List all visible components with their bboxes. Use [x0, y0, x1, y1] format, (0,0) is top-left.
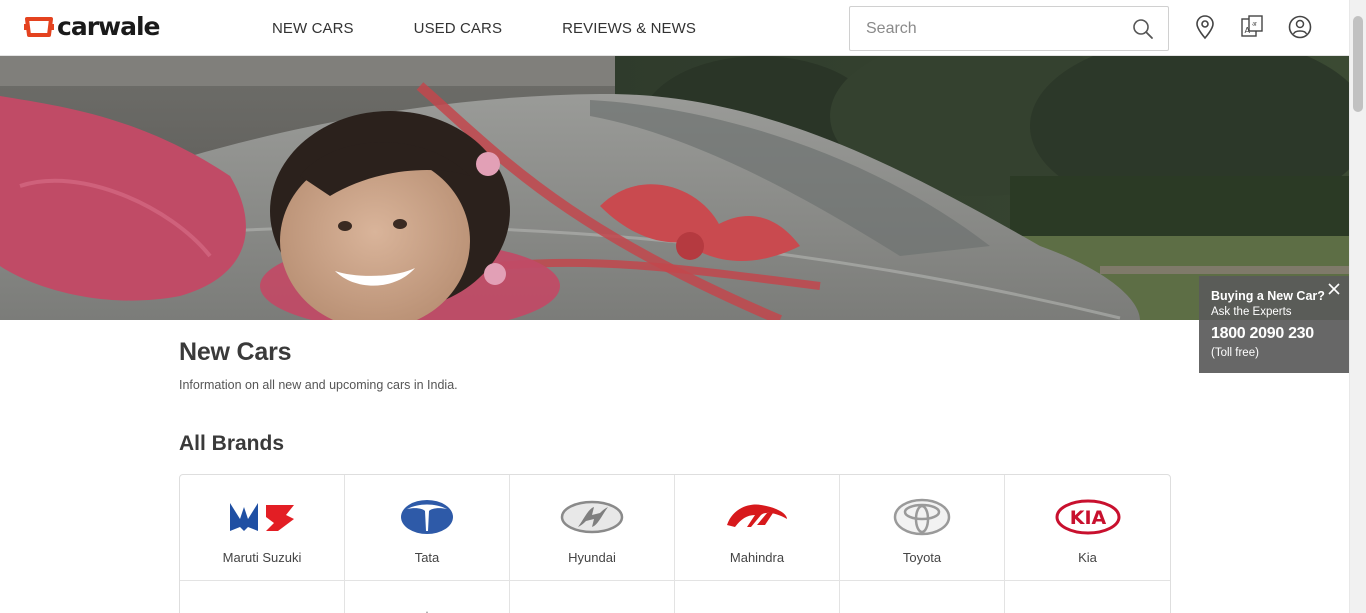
brand-logo-icon — [721, 601, 793, 613]
maruti-suzuki-logo-icon — [230, 503, 294, 531]
expert-subtitle: Ask the Experts — [1211, 306, 1292, 318]
brand-card[interactable] — [180, 581, 345, 613]
brand-card[interactable] — [510, 581, 675, 613]
brands-grid: Maruti Suzuki Tata Hyundai Mahindra Toyo… — [179, 474, 1171, 613]
search-box — [849, 6, 1169, 51]
nav-new-cars[interactable]: NEW CARS — [272, 20, 354, 37]
close-icon[interactable] — [1327, 282, 1341, 296]
brand-card[interactable] — [840, 581, 1005, 613]
brands-row — [180, 581, 1170, 613]
search-icon[interactable] — [1132, 18, 1154, 40]
expert-phone[interactable]: 1800 2090 230 — [1211, 322, 1349, 346]
brand-logo-icon — [226, 601, 298, 613]
page-scrollbar[interactable] — [1349, 0, 1366, 613]
brands-row: Maruti Suzuki Tata Hyundai Mahindra Toyo… — [180, 475, 1170, 581]
brand-logo-icon — [1052, 601, 1124, 613]
kia-logo-icon: KIA — [1055, 499, 1120, 535]
brand-name: Maruti Suzuki — [222, 550, 302, 565]
page-subtitle: Information on all new and upcoming cars… — [179, 378, 458, 392]
ask-expert-popup[interactable]: Buying a New Car? Ask the Experts 1800 2… — [1199, 276, 1349, 373]
carwale-logo[interactable]: carwale — [24, 12, 161, 41]
brand-card[interactable] — [345, 581, 510, 613]
logo-text: carwale — [57, 12, 161, 41]
brand-card-hyundai[interactable]: Hyundai — [510, 475, 675, 580]
expert-note: (Toll free) — [1211, 347, 1259, 359]
brand-name: Mahindra — [729, 550, 785, 565]
svg-text:KIA: KIA — [1069, 507, 1106, 529]
nav-reviews-news[interactable]: REVIEWS & NEWS — [562, 20, 696, 37]
main-nav: NEW CARS USED CARS REVIEWS & NEWS — [272, 0, 756, 56]
carwale-logo-icon — [24, 17, 54, 37]
brand-card-mahindra[interactable]: Mahindra — [675, 475, 840, 580]
brand-name: Tata — [414, 550, 440, 565]
brand-logo-icon — [426, 611, 428, 613]
brand-logo-icon — [556, 601, 628, 613]
hero-banner — [0, 56, 1349, 320]
brand-card[interactable] — [1005, 581, 1170, 613]
language-icon[interactable]: A अ — [1240, 14, 1264, 40]
nav-used-cars[interactable]: USED CARS — [414, 20, 502, 37]
brand-card[interactable] — [675, 581, 840, 613]
brand-name: Kia — [1078, 550, 1097, 565]
svg-text:अ: अ — [1252, 21, 1257, 28]
page-title: New Cars — [179, 338, 292, 366]
brand-card-tata[interactable]: Tata — [345, 475, 510, 580]
mahindra-logo-icon — [727, 504, 787, 527]
toyota-logo-icon — [893, 498, 951, 536]
search-input[interactable] — [850, 7, 1110, 50]
brand-name: Hyundai — [568, 550, 616, 565]
svg-text:A: A — [1245, 26, 1251, 35]
location-icon[interactable] — [1193, 14, 1217, 40]
brand-card-toyota[interactable]: Toyota — [840, 475, 1005, 580]
brand-logo-icon — [886, 601, 958, 613]
hero-image — [0, 56, 1349, 320]
scrollbar-thumb[interactable] — [1353, 16, 1363, 112]
brand-name: Toyota — [902, 550, 942, 565]
brands-heading: All Brands — [179, 432, 285, 455]
tata-logo-icon — [401, 500, 453, 534]
user-account-icon[interactable] — [1288, 14, 1312, 40]
hyundai-logo-icon — [560, 500, 624, 534]
top-header: carwale NEW CARS USED CARS REVIEWS & NEW… — [0, 0, 1349, 56]
brand-card-maruti-suzuki[interactable]: Maruti Suzuki — [180, 475, 345, 580]
brand-card-kia[interactable]: KIA Kia — [1005, 475, 1170, 580]
